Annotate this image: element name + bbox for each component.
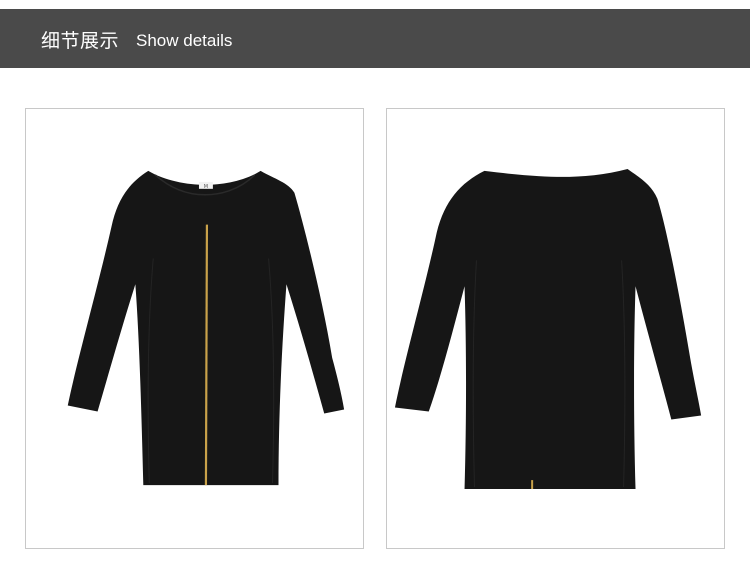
dress-label-tag-text: M <box>204 184 208 190</box>
section-title-chinese: 细节展示 <box>41 30 120 52</box>
dress-back-image <box>394 168 702 490</box>
product-detail-page: 细节展示 Show details M <box>0 0 750 578</box>
dress-front-photo: M <box>25 108 364 549</box>
dress-front-image: M <box>67 170 345 486</box>
section-title-english: Show details <box>136 31 233 50</box>
dress-back-photo <box>386 108 725 549</box>
dress-back-body <box>394 168 702 490</box>
dress-front-zipper <box>204 224 209 486</box>
